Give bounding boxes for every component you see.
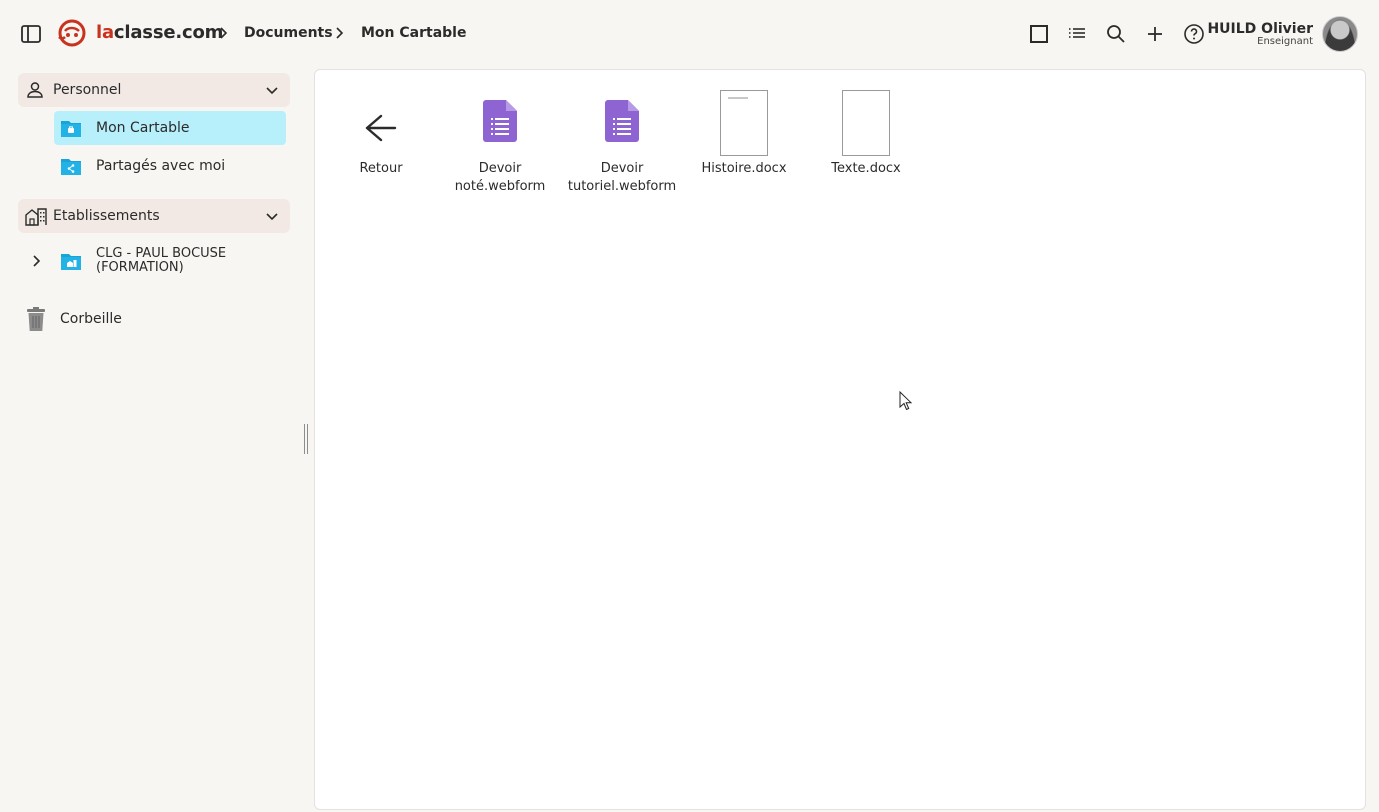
section-personnel[interactable]: Personnel: [18, 73, 290, 107]
sidebar-item-clg-paul-bocuse[interactable]: CLG - PAUL BOCUSE (FORMATION): [26, 244, 286, 278]
top-bar: laclasse.com Documents Mon Cartable HUIL…: [0, 0, 1379, 68]
folder-school-icon: [60, 250, 82, 272]
folder-briefcase-icon: [60, 117, 82, 139]
document-thumbnail: [842, 90, 890, 156]
file-name: Devoir tutoriel.webform: [567, 161, 677, 194]
trash-icon: [24, 306, 48, 332]
sidebar-toggle-icon[interactable]: [20, 23, 42, 45]
add-icon[interactable]: [1143, 22, 1167, 46]
webform-icon: [483, 100, 517, 146]
section-etablissements[interactable]: Etablissements: [18, 199, 290, 233]
sidebar-item-corbeille[interactable]: Corbeille: [22, 304, 222, 334]
mouse-pointer-icon: [899, 390, 913, 411]
arrow-left-icon: [363, 110, 399, 150]
brand-name[interactable]: laclasse.com: [96, 22, 223, 43]
file-name: Texte.docx: [831, 161, 901, 176]
list-view-icon[interactable]: [1065, 22, 1089, 46]
chevron-right-icon: [334, 25, 346, 41]
chevron-right-icon: [218, 25, 230, 41]
sidebar-item-mon-cartable[interactable]: Mon Cartable: [54, 111, 286, 145]
sidebar-item-label: Corbeille: [60, 311, 122, 327]
chevron-right-icon[interactable]: [30, 253, 44, 269]
sidebar-item-label: CLG - PAUL BOCUSE (FORMATION): [96, 246, 227, 275]
file-item[interactable]: Histoire.docx: [683, 80, 805, 190]
sidebar-item-label: Partagés avec moi: [96, 158, 226, 174]
breadcrumb-current: Mon Cartable: [361, 25, 467, 41]
file-name: Devoir noté.webform: [454, 161, 546, 194]
webform-icon: [605, 100, 639, 146]
user-icon: [25, 80, 45, 100]
sidebar-item-partages[interactable]: Partagés avec moi: [54, 149, 286, 183]
file-name: Histoire.docx: [701, 161, 787, 176]
breadcrumb-documents[interactable]: Documents: [244, 25, 333, 41]
help-icon[interactable]: [1182, 22, 1206, 46]
file-item[interactable]: Devoir tutoriel.webform: [561, 80, 683, 194]
file-browser-panel: Retour Devoir noté.webform Devoir tutori…: [314, 69, 1366, 810]
grid-view-icon[interactable]: [1027, 22, 1051, 46]
user-role: Enseignant: [1257, 36, 1313, 47]
sidebar-resize-handle[interactable]: [303, 424, 309, 454]
folder-shared-icon: [60, 155, 82, 177]
section-etablissements-label: Etablissements: [53, 208, 160, 224]
avatar[interactable]: [1322, 16, 1358, 52]
chevron-down-icon[interactable]: [264, 82, 280, 98]
search-icon[interactable]: [1104, 22, 1128, 46]
chevron-down-icon[interactable]: [264, 208, 280, 224]
file-item[interactable]: Texte.docx: [805, 80, 927, 190]
laclasse-logo-icon[interactable]: [56, 17, 88, 49]
user-name[interactable]: HUILD Olivier: [1207, 21, 1313, 37]
file-name: Retour: [359, 161, 403, 176]
buildings-icon: [25, 206, 47, 226]
document-thumbnail: [720, 90, 768, 156]
sidebar-item-label: Mon Cartable: [96, 120, 190, 136]
section-personnel-label: Personnel: [53, 82, 122, 98]
back-button[interactable]: Retour: [320, 80, 442, 190]
file-item[interactable]: Devoir noté.webform: [439, 80, 561, 194]
